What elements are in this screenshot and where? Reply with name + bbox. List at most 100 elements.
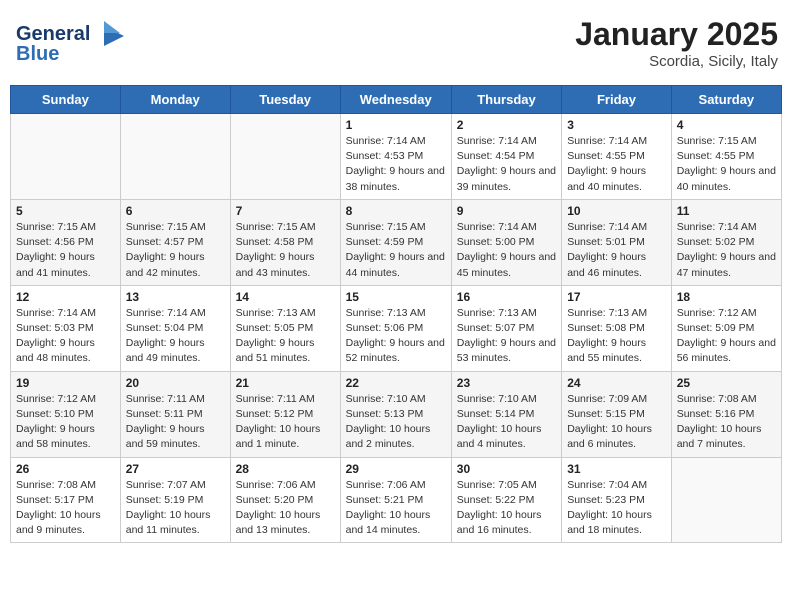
calendar-cell: 11 Sunrise: 7:14 AM Sunset: 5:02 PM Dayli… [671,199,781,285]
day-info: Sunrise: 7:15 AM Sunset: 4:58 PM Dayligh… [236,220,335,281]
calendar-cell: 29 Sunrise: 7:06 AM Sunset: 5:21 PM Dayli… [340,457,451,543]
calendar-week-row: 19 Sunrise: 7:12 AM Sunset: 5:10 PM Dayli… [11,371,782,457]
day-number: 7 [236,204,335,218]
calendar-week-row: 1 Sunrise: 7:14 AM Sunset: 4:53 PM Daylig… [11,114,782,200]
day-info: Sunrise: 7:14 AM Sunset: 5:04 PM Dayligh… [126,306,225,367]
logo-wordmark: General Blue [14,16,124,71]
day-info: Sunrise: 7:14 AM Sunset: 5:01 PM Dayligh… [567,220,666,281]
calendar-cell: 4 Sunrise: 7:15 AM Sunset: 4:55 PM Daylig… [671,114,781,200]
day-info: Sunrise: 7:09 AM Sunset: 5:15 PM Dayligh… [567,392,666,453]
calendar-week-row: 5Sunrise: 7:15 AM Sunset: 4:56 PM Daylig… [11,199,782,285]
day-info: Sunrise: 7:15 AM Sunset: 4:55 PM Dayligh… [677,134,776,195]
day-info: Sunrise: 7:15 AM Sunset: 4:59 PM Dayligh… [346,220,446,281]
day-number: 28 [236,462,335,476]
calendar-cell: 27Sunrise: 7:07 AM Sunset: 5:19 PM Dayli… [120,457,230,543]
day-info: Sunrise: 7:10 AM Sunset: 5:13 PM Dayligh… [346,392,446,453]
day-number: 19 [16,376,115,390]
weekday-header-wednesday: Wednesday [340,86,451,114]
day-info: Sunrise: 7:12 AM Sunset: 5:10 PM Dayligh… [16,392,115,453]
calendar-cell: 3 Sunrise: 7:14 AM Sunset: 4:55 PM Daylig… [562,114,672,200]
calendar-cell: 12 Sunrise: 7:14 AM Sunset: 5:03 PM Dayli… [11,285,121,371]
calendar-cell: 15Sunrise: 7:13 AM Sunset: 5:06 PM Dayli… [340,285,451,371]
day-info: Sunrise: 7:13 AM Sunset: 5:05 PM Dayligh… [236,306,335,367]
day-number: 1 [346,118,446,132]
day-number: 4 [677,118,776,132]
calendar-cell: 13 Sunrise: 7:14 AM Sunset: 5:04 PM Dayli… [120,285,230,371]
calendar-cell: 19 Sunrise: 7:12 AM Sunset: 5:10 PM Dayli… [11,371,121,457]
calendar-cell: 28 Sunrise: 7:06 AM Sunset: 5:20 PM Dayli… [230,457,340,543]
calendar-cell: 1 Sunrise: 7:14 AM Sunset: 4:53 PM Daylig… [340,114,451,200]
calendar-cell: 22Sunrise: 7:10 AM Sunset: 5:13 PM Dayli… [340,371,451,457]
day-info: Sunrise: 7:07 AM Sunset: 5:19 PM Dayligh… [126,478,225,539]
day-number: 25 [677,376,776,390]
calendar-cell: 10 Sunrise: 7:14 AM Sunset: 5:01 PM Dayli… [562,199,672,285]
day-number: 6 [126,204,225,218]
weekday-header-monday: Monday [120,86,230,114]
weekday-header-tuesday: Tuesday [230,86,340,114]
svg-text:General: General [16,23,90,45]
day-info: Sunrise: 7:06 AM Sunset: 5:20 PM Dayligh… [236,478,335,539]
day-info: Sunrise: 7:13 AM Sunset: 5:07 PM Dayligh… [457,306,556,367]
day-info: Sunrise: 7:04 AM Sunset: 5:23 PM Dayligh… [567,478,666,539]
calendar-cell: 26Sunrise: 7:08 AM Sunset: 5:17 PM Dayli… [11,457,121,543]
day-number: 16 [457,290,556,304]
day-number: 29 [346,462,446,476]
day-number: 11 [677,204,776,218]
day-info: Sunrise: 7:06 AM Sunset: 5:21 PM Dayligh… [346,478,446,539]
day-number: 23 [457,376,556,390]
calendar-cell: 21 Sunrise: 7:11 AM Sunset: 5:12 PM Dayli… [230,371,340,457]
day-number: 3 [567,118,666,132]
weekday-header-thursday: Thursday [451,86,561,114]
calendar-cell [671,457,781,543]
weekday-header-saturday: Saturday [671,86,781,114]
calendar-cell [230,114,340,200]
day-info: Sunrise: 7:08 AM Sunset: 5:16 PM Dayligh… [677,392,776,453]
day-info: Sunrise: 7:05 AM Sunset: 5:22 PM Dayligh… [457,478,556,539]
calendar-cell: 25 Sunrise: 7:08 AM Sunset: 5:16 PM Dayli… [671,371,781,457]
day-number: 10 [567,204,666,218]
day-number: 17 [567,290,666,304]
day-number: 12 [16,290,115,304]
day-number: 30 [457,462,556,476]
calendar-cell: 5Sunrise: 7:15 AM Sunset: 4:56 PM Daylig… [11,199,121,285]
calendar-cell [120,114,230,200]
calendar-subtitle: Scordia, Sicily, Italy [575,53,778,70]
calendar-title: January 2025 [575,16,778,53]
day-number: 13 [126,290,225,304]
calendar-cell: 14Sunrise: 7:13 AM Sunset: 5:05 PM Dayli… [230,285,340,371]
logo: General Blue [14,16,124,71]
weekday-header-friday: Friday [562,86,672,114]
calendar-cell: 20 Sunrise: 7:11 AM Sunset: 5:11 PM Dayli… [120,371,230,457]
day-number: 18 [677,290,776,304]
day-info: Sunrise: 7:14 AM Sunset: 5:02 PM Dayligh… [677,220,776,281]
day-info: Sunrise: 7:15 AM Sunset: 4:57 PM Dayligh… [126,220,225,281]
day-number: 9 [457,204,556,218]
day-number: 5 [16,204,115,218]
day-info: Sunrise: 7:14 AM Sunset: 4:53 PM Dayligh… [346,134,446,195]
day-info: Sunrise: 7:10 AM Sunset: 5:14 PM Dayligh… [457,392,556,453]
calendar-cell: 16 Sunrise: 7:13 AM Sunset: 5:07 PM Dayli… [451,285,561,371]
day-number: 20 [126,376,225,390]
calendar-table: SundayMondayTuesdayWednesdayThursdayFrid… [10,85,782,543]
day-number: 21 [236,376,335,390]
day-info: Sunrise: 7:11 AM Sunset: 5:12 PM Dayligh… [236,392,335,453]
day-info: Sunrise: 7:14 AM Sunset: 5:03 PM Dayligh… [16,306,115,367]
day-info: Sunrise: 7:14 AM Sunset: 4:55 PM Dayligh… [567,134,666,195]
calendar-cell: 17 Sunrise: 7:13 AM Sunset: 5:08 PM Dayli… [562,285,672,371]
day-info: Sunrise: 7:14 AM Sunset: 4:54 PM Dayligh… [457,134,556,195]
calendar-cell: 2Sunrise: 7:14 AM Sunset: 4:54 PM Daylig… [451,114,561,200]
calendar-cell: 6 Sunrise: 7:15 AM Sunset: 4:57 PM Daylig… [120,199,230,285]
day-number: 31 [567,462,666,476]
calendar-title-block: January 2025 Scordia, Sicily, Italy [575,16,778,70]
page-header: General Blue January 2025 Scordia, Sicil… [10,10,782,77]
day-number: 24 [567,376,666,390]
calendar-cell: 24 Sunrise: 7:09 AM Sunset: 5:15 PM Dayli… [562,371,672,457]
calendar-cell: 9Sunrise: 7:14 AM Sunset: 5:00 PM Daylig… [451,199,561,285]
calendar-week-row: 12 Sunrise: 7:14 AM Sunset: 5:03 PM Dayli… [11,285,782,371]
calendar-cell: 7 Sunrise: 7:15 AM Sunset: 4:58 PM Daylig… [230,199,340,285]
calendar-week-row: 26Sunrise: 7:08 AM Sunset: 5:17 PM Dayli… [11,457,782,543]
calendar-cell: 30 Sunrise: 7:05 AM Sunset: 5:22 PM Dayli… [451,457,561,543]
weekday-header-row: SundayMondayTuesdayWednesdayThursdayFrid… [11,86,782,114]
day-info: Sunrise: 7:11 AM Sunset: 5:11 PM Dayligh… [126,392,225,453]
day-info: Sunrise: 7:13 AM Sunset: 5:08 PM Dayligh… [567,306,666,367]
